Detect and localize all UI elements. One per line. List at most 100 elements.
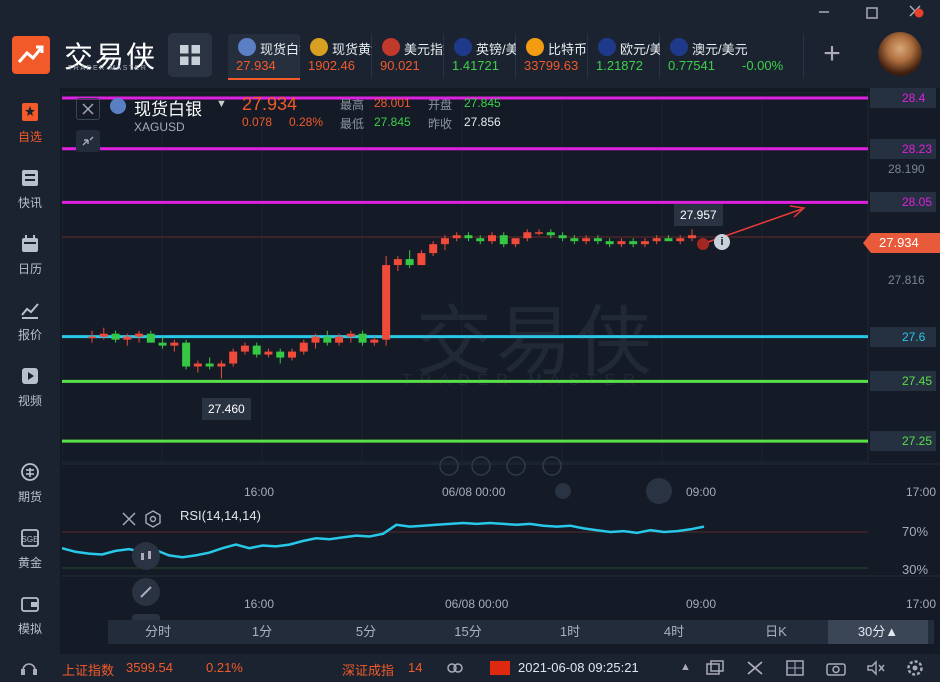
timeframe-tab-5[interactable]: 4时	[624, 620, 724, 644]
candle-body	[605, 241, 614, 245]
candle-body	[488, 235, 496, 242]
maximize-icon[interactable]	[866, 6, 878, 24]
settings-icon[interactable]	[144, 510, 162, 533]
minimize-icon[interactable]	[818, 6, 830, 21]
ticker-tab-5[interactable]: 欧元/美元 1.21872	[588, 34, 660, 78]
candle-body	[276, 351, 285, 358]
sidebar-item-6[interactable]: SGE 黄金	[0, 518, 60, 578]
gold-coin-icon	[310, 38, 328, 56]
symbol-change: 0.078	[242, 115, 273, 129]
live-price-glow	[697, 238, 709, 250]
draw-tool-button[interactable]	[132, 578, 160, 606]
calendar-icon	[22, 235, 38, 252]
candle-body	[464, 235, 473, 239]
timeframe-tab-3[interactable]: 15分	[418, 620, 518, 644]
candle-body	[370, 339, 379, 343]
symbol-name[interactable]: 现货白银	[134, 95, 202, 120]
candle-body	[523, 232, 532, 239]
sidebar-item-2[interactable]: 日历	[0, 224, 60, 284]
ticker-name: 现货白银	[260, 42, 300, 57]
open-value: 27.845	[464, 96, 501, 110]
candle-body	[676, 238, 685, 242]
ticker-price: 27.934	[236, 58, 276, 73]
candle-body	[88, 336, 96, 339]
ticker-tab-0[interactable]: 现货白银 27.934	[228, 34, 300, 80]
candle-body	[229, 351, 238, 364]
timeframe-tab-6[interactable]: 日K	[726, 620, 826, 644]
ticker-tab-3[interactable]: 英镑/美元 1.41721	[444, 34, 516, 78]
candle-body	[499, 235, 508, 245]
silver-symbol-icon	[110, 98, 126, 114]
candle-body	[135, 333, 144, 337]
index2-name: 深证成指	[342, 663, 395, 678]
symbol-dropdown-icon[interactable]: ▼	[216, 98, 227, 110]
ticker-price: 0.77541	[668, 58, 715, 73]
add-ticker-button[interactable]: +	[812, 34, 852, 74]
close-window-icon[interactable]	[908, 4, 932, 23]
sidebar-item-label: 报价	[17, 328, 42, 342]
svg-text:SGE: SGE	[22, 535, 39, 544]
apps-grid-button[interactable]	[168, 33, 212, 77]
info-icon[interactable]: i	[714, 234, 730, 250]
candle-body	[111, 333, 120, 340]
tools-icon[interactable]	[746, 660, 764, 679]
candle-body	[99, 333, 108, 337]
windows-icon[interactable]	[706, 660, 724, 679]
ticker-tab-1[interactable]: 现货黄金 1902.46	[300, 34, 372, 78]
close-indicator-icon[interactable]	[122, 512, 136, 531]
timeframe-tab-1[interactable]: 1分	[212, 620, 312, 644]
timeframe-tab-7[interactable]: 30分▲	[828, 620, 928, 644]
sidebar-item-label: 视频	[17, 394, 42, 408]
candle-body	[570, 238, 579, 242]
ticker-tab-4[interactable]: 比特币 33799.63	[516, 34, 588, 78]
close-chart-icon[interactable]	[76, 98, 100, 120]
mute-icon[interactable]	[866, 660, 886, 679]
headset-icon[interactable]	[20, 660, 38, 679]
sidebar-item-label: 模拟	[17, 622, 42, 636]
current-price-label: 27.934	[879, 235, 919, 250]
sidebar-item-label: 自选	[17, 130, 42, 144]
level-label-0: 28.4	[870, 87, 936, 108]
collapse-icon[interactable]	[76, 130, 100, 152]
ticker-name: 比特币	[548, 42, 588, 57]
level-label-1: 28.23	[870, 138, 936, 159]
candle-body	[158, 342, 167, 346]
timeframe-tab-0[interactable]: 分时	[108, 620, 208, 644]
sidebar-item-1[interactable]: 快讯	[0, 158, 60, 218]
candle-tool-button[interactable]	[132, 542, 160, 570]
link-icon[interactable]	[446, 660, 464, 679]
chart-panel[interactable]: 现货白银 ▼ XAGUSD 27.934 0.078 0.28% 最高 28.0…	[62, 87, 940, 652]
high-label: 最高	[340, 98, 365, 112]
settings-gear-icon[interactable]	[906, 659, 924, 680]
ticker-tab-2[interactable]: 美元指数 90.021	[372, 34, 444, 78]
camera-icon[interactable]	[826, 660, 846, 679]
rsi-time-label-4: 17:00	[906, 597, 937, 611]
high-callout: 27.957	[674, 204, 723, 226]
ticker-name: 澳元/美元	[692, 42, 748, 57]
candle-body	[393, 259, 402, 266]
sidebar-item-label: 黄金	[17, 556, 42, 570]
sidebar-item-0[interactable]: 自选	[0, 92, 60, 152]
uk-flag-icon	[454, 38, 472, 56]
user-avatar[interactable]	[878, 32, 922, 76]
candle-body	[417, 253, 426, 266]
timeframe-tab-2[interactable]: 5分	[316, 620, 416, 644]
sidebar-item-4[interactable]: 视频	[0, 356, 60, 416]
rsi-time-label-1: 16:00	[244, 597, 275, 611]
playback-control	[439, 456, 459, 476]
ticker-tab-6[interactable]: 澳元/美元 0.77541 -0.00%	[660, 34, 804, 78]
collapse-up-icon[interactable]: ▲	[680, 661, 691, 673]
sidebar-item-7[interactable]: 模拟	[0, 584, 60, 644]
ticker-price: 1.21872	[596, 58, 643, 73]
sidebar-item-5[interactable]: 期货	[0, 452, 60, 512]
candle-body	[240, 345, 249, 352]
playback-control	[471, 456, 491, 476]
calculator-icon[interactable]	[786, 660, 804, 679]
watermark-sub: TRADER MASTER	[402, 372, 643, 389]
sidebar-item-3[interactable]: 报价	[0, 290, 60, 350]
timeframe-tab-4[interactable]: 1时	[520, 620, 620, 644]
candle-body	[217, 363, 226, 367]
ticker-price: 1.41721	[452, 58, 499, 73]
scroll-dot	[555, 483, 571, 499]
logo-subtitle: TRADER MASTER	[68, 65, 148, 72]
